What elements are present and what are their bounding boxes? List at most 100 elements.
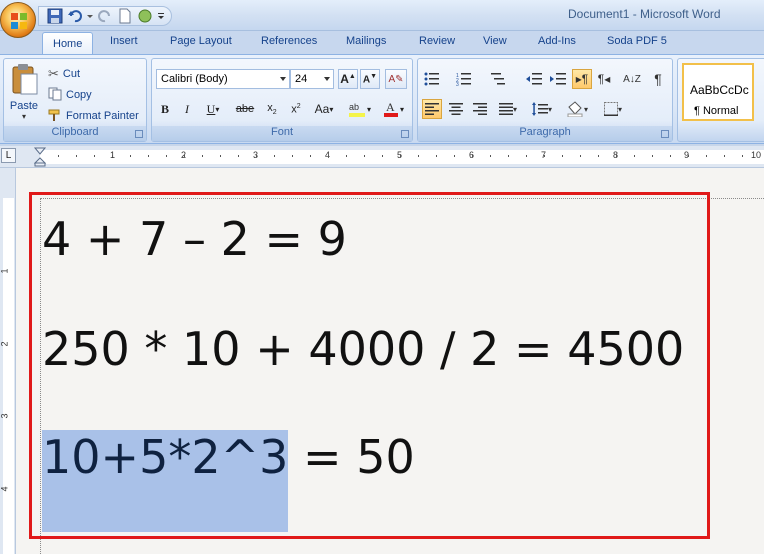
italic-button[interactable]: I <box>178 99 196 119</box>
redo-icon[interactable] <box>97 8 113 24</box>
ruler-tick <box>346 155 347 157</box>
indent-marker-icon[interactable] <box>34 147 46 167</box>
horizontal-ruler[interactable]: 1 2 3 4 5 6 7 8 9 10 <box>0 146 764 168</box>
tab-review[interactable]: Review <box>419 35 455 54</box>
justify-button[interactable]: ▾ <box>494 99 522 119</box>
superscript-button[interactable]: x2 <box>286 99 306 119</box>
sort-button[interactable]: A↓Z <box>622 69 642 89</box>
multilevel-list-button[interactable] <box>488 69 508 89</box>
vertical-ruler-label: 2 <box>0 341 10 347</box>
style-normal[interactable]: AaBbCcDc ¶ Normal <box>682 63 754 121</box>
paste-dropdown-icon[interactable]: ▾ <box>8 112 40 121</box>
office-button[interactable] <box>0 2 36 38</box>
document-page[interactable]: 4 + 7 – 2 = 9 250 * 10 + 4000 / 2 = 4500… <box>16 168 764 554</box>
ruler-tick <box>688 155 689 157</box>
quick-access-toolbar <box>38 6 172 26</box>
ruler-tick <box>544 155 545 157</box>
borders-button[interactable]: ▾ <box>598 99 628 119</box>
paragraph-group: 123 ▸¶ ¶◂ A↓Z ¶ ▾ ▾ ▾ ▾ Paragraph <box>417 58 673 142</box>
styles-group: AaBbCcDc ¶ Normal <box>677 58 764 142</box>
style-sample: AaBbCcDc <box>690 83 749 97</box>
save-icon[interactable] <box>47 8 63 24</box>
right-to-left-button[interactable]: ¶◂ <box>594 69 614 89</box>
tab-home[interactable]: Home <box>42 32 94 55</box>
underline-icon: U <box>206 101 216 116</box>
paint-bucket-icon <box>567 101 583 117</box>
tab-insert[interactable]: Insert <box>110 35 138 54</box>
multilevel-list-icon <box>491 73 505 85</box>
align-left-button[interactable] <box>422 99 442 119</box>
ruler-tick <box>274 155 275 157</box>
ruler-tick <box>706 155 707 157</box>
underline-button[interactable]: U ▾ <box>200 99 226 119</box>
ruler-tick <box>616 155 617 157</box>
tab-soda-pdf[interactable]: Soda PDF 5 <box>607 35 667 54</box>
tab-references[interactable]: References <box>261 35 317 54</box>
ruler-tick <box>490 155 491 157</box>
font-name-combo[interactable]: Calibri (Body) <box>156 69 290 89</box>
increase-indent-button[interactable] <box>548 69 568 89</box>
format-painter-button[interactable]: Format Painter <box>48 107 139 125</box>
undo-icon[interactable] <box>67 8 83 24</box>
circle-icon[interactable] <box>137 8 153 24</box>
vertical-ruler-label: 1 <box>0 268 10 274</box>
paragraph-dialog-launcher[interactable] <box>661 130 669 138</box>
ruler-tick <box>58 155 59 157</box>
cut-button[interactable]: ✂ Cut <box>48 65 80 83</box>
clipboard-dialog-launcher[interactable] <box>135 130 143 138</box>
tab-view[interactable]: View <box>483 35 507 54</box>
line-spacing-button[interactable]: ▾ <box>528 99 556 119</box>
decrease-indent-icon <box>526 73 542 85</box>
increase-indent-icon <box>550 73 566 85</box>
new-document-icon[interactable] <box>117 8 133 24</box>
font-dialog-launcher[interactable] <box>401 130 409 138</box>
bold-button[interactable]: B <box>156 99 174 119</box>
font-color-icon: A <box>383 100 398 117</box>
tab-mailings[interactable]: Mailings <box>346 35 386 54</box>
copy-button[interactable]: Copy <box>48 86 92 104</box>
paste-button[interactable]: Paste ▾ <box>8 63 40 123</box>
align-right-icon <box>473 103 487 115</box>
grow-font-button[interactable]: A▲ <box>338 69 358 89</box>
undo-dropdown-icon[interactable] <box>87 8 93 24</box>
vertical-ruler-label: 4 <box>0 486 10 492</box>
highlight-button[interactable]: ab ▾ <box>344 99 374 119</box>
ruler-tick <box>130 155 131 157</box>
change-case-button[interactable]: Aa ▾ <box>310 99 338 119</box>
font-color-button[interactable]: A ▾ <box>378 99 408 119</box>
numbering-button[interactable]: 123 <box>454 69 474 89</box>
ruler-tick <box>94 155 95 157</box>
subscript-button[interactable]: x2 <box>262 99 282 119</box>
tab-page-layout[interactable]: Page Layout <box>170 35 232 54</box>
ruler-tick <box>436 155 437 157</box>
bullets-button[interactable] <box>422 69 442 89</box>
tab-add-ins[interactable]: Add-Ins <box>538 35 576 54</box>
pilcrow-icon: ¶ <box>654 71 662 87</box>
grow-font-icon: A▲ <box>340 72 356 86</box>
align-center-button[interactable] <box>446 99 466 119</box>
tab-stop-selector[interactable]: L <box>1 148 16 163</box>
customize-toolbar-icon[interactable] <box>157 8 165 24</box>
show-hide-marks-button[interactable]: ¶ <box>648 69 668 89</box>
ruler-tick <box>310 155 311 157</box>
clear-formatting-button[interactable]: A✎ <box>385 69 407 89</box>
right-to-left-icon: ¶◂ <box>597 72 611 86</box>
shading-button[interactable]: ▾ <box>562 99 592 119</box>
ruler-tick <box>238 155 239 157</box>
align-right-button[interactable] <box>470 99 490 119</box>
shrink-font-button[interactable]: A▼ <box>360 69 380 89</box>
italic-icon: I <box>185 101 189 116</box>
strikethrough-button[interactable]: abe <box>232 99 258 119</box>
decrease-indent-button[interactable] <box>524 69 544 89</box>
ruler-tick <box>652 155 653 157</box>
ruler-tick <box>382 155 383 157</box>
left-to-right-button[interactable]: ▸¶ <box>572 69 592 89</box>
sort-icon: A↓Z <box>623 73 641 85</box>
vertical-ruler[interactable]: 1 2 3 4 <box>0 168 16 554</box>
font-size-combo[interactable]: 24 <box>290 69 334 89</box>
ruler-tick <box>148 155 149 157</box>
ruler-tick <box>292 155 293 157</box>
ruler-tick <box>742 155 743 157</box>
align-left-icon <box>425 103 439 115</box>
line-spacing-icon <box>531 102 548 116</box>
